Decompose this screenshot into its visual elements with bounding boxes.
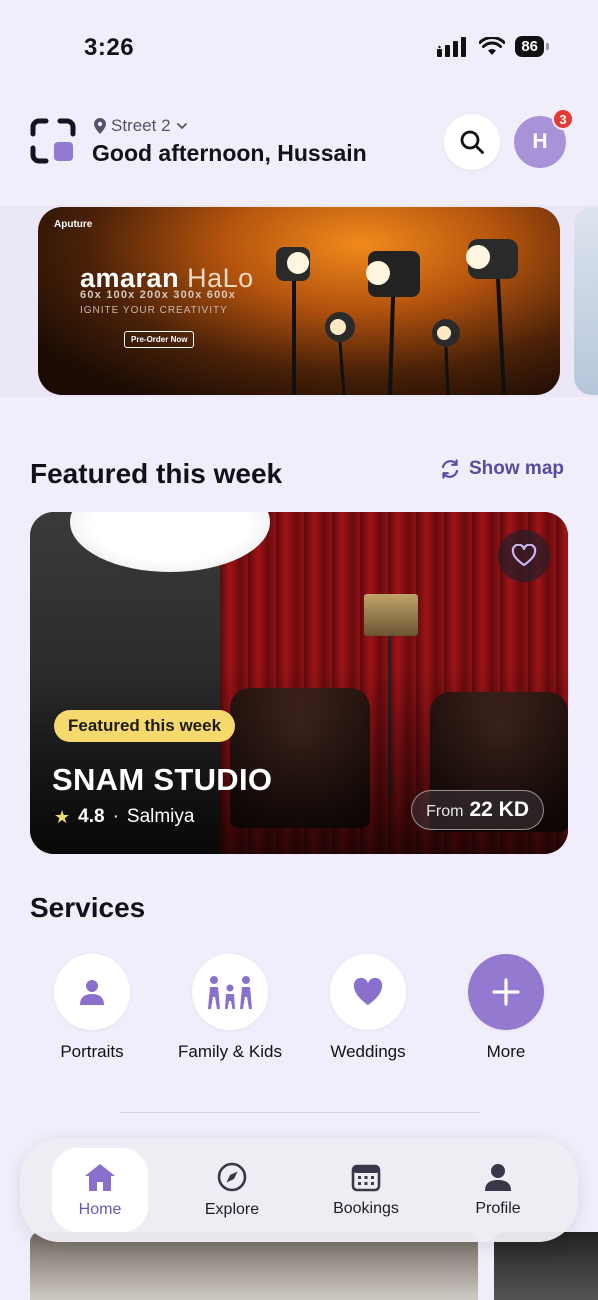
profile-icon xyxy=(485,1164,511,1191)
banner-tagline: IGNITE YOUR CREATIVITY xyxy=(80,305,228,316)
studio-lights-illustration xyxy=(276,239,518,395)
greeting-title: Good afternoon, Hussain xyxy=(92,140,367,166)
app-logo-icon xyxy=(30,118,76,164)
status-icons: 86 xyxy=(437,36,549,57)
services-section-header: Services xyxy=(30,892,145,924)
featured-section-header: Featured this week Show map xyxy=(30,458,570,498)
location-selector[interactable]: Street 2 xyxy=(94,116,188,136)
tab-label: Profile xyxy=(475,1200,521,1217)
show-map-button[interactable]: Show map xyxy=(439,458,564,480)
tab-label: Bookings xyxy=(333,1200,399,1217)
studio-name: SNAM STUDIO xyxy=(52,762,273,797)
tab-home[interactable]: Home xyxy=(52,1148,148,1232)
status-time: 3:26 xyxy=(84,34,135,61)
featured-studio-card[interactable]: Featured this week SNAM STUDIO ★ 4.8 · S… xyxy=(30,512,568,854)
tab-bookings[interactable]: Bookings xyxy=(318,1148,414,1232)
home-icon xyxy=(85,1164,115,1191)
person-icon xyxy=(80,980,104,1005)
header: Street 2 Good afternoon, Hussain H 3 xyxy=(30,108,574,172)
map-pin-icon xyxy=(94,118,106,134)
search-icon xyxy=(460,130,484,154)
section-divider xyxy=(120,1112,480,1113)
service-more-circle xyxy=(468,954,544,1030)
chevron-down-icon xyxy=(176,123,187,130)
service-label: Family & Kids xyxy=(178,1042,282,1061)
service-family-kids[interactable]: Family & Kids xyxy=(170,954,290,1062)
services-row: Portraits Family & Kids Weddings More xyxy=(30,954,570,1064)
heart-outline-icon xyxy=(511,544,537,567)
favorite-button[interactable] xyxy=(498,530,550,582)
studio-location: Salmiya xyxy=(126,806,195,827)
service-label: Portraits xyxy=(60,1042,124,1061)
location-label: Street 2 xyxy=(111,116,171,135)
service-label: More xyxy=(486,1042,526,1061)
plus-icon xyxy=(492,978,520,1006)
price-pill: From 22 KD xyxy=(411,790,544,830)
service-weddings[interactable]: Weddings xyxy=(308,954,428,1062)
featured-tag: Featured this week xyxy=(54,710,236,742)
battery-indicator: 86 xyxy=(515,36,549,57)
service-weddings-circle xyxy=(330,954,406,1030)
banner-preorder-button[interactable]: Pre-Order Now xyxy=(124,331,195,348)
tab-profile[interactable]: Profile xyxy=(450,1148,546,1232)
tab-explore[interactable]: Explore xyxy=(184,1148,280,1232)
star-icon: ★ xyxy=(54,806,71,827)
service-more[interactable]: More xyxy=(446,954,566,1062)
refresh-icon xyxy=(441,459,459,479)
meta-separator: · xyxy=(112,806,119,827)
compass-icon xyxy=(217,1162,247,1192)
price-amount: 22 KD xyxy=(469,798,529,821)
tab-label: Explore xyxy=(204,1201,260,1218)
next-card-preview[interactable] xyxy=(30,1232,478,1300)
wifi-icon xyxy=(479,36,506,55)
show-map-label: Show map xyxy=(468,458,564,479)
notification-badge: 3 xyxy=(552,108,574,130)
services-title: Services xyxy=(30,892,146,923)
service-portraits-circle xyxy=(54,954,130,1030)
price-prefix: From xyxy=(426,803,464,820)
calendar-icon xyxy=(351,1164,381,1192)
service-label: Weddings xyxy=(330,1042,406,1061)
status-bar: 3:26 86 xyxy=(0,0,598,92)
studio-rating: 4.8 xyxy=(78,806,105,827)
next-card-preview-2[interactable] xyxy=(494,1232,598,1300)
promo-banner-next[interactable] xyxy=(574,207,598,395)
promo-banner[interactable]: Aputure amaran HaLo 60x 100x 200x 300x 6… xyxy=(38,207,560,395)
tab-label: Home xyxy=(78,1201,122,1218)
banner-models: 60x 100x 200x 300x 600x xyxy=(80,289,237,301)
search-button[interactable] xyxy=(444,114,500,170)
family-icon xyxy=(208,976,252,1009)
studio-meta: ★ 4.8 · Salmiya xyxy=(54,806,194,828)
service-portraits[interactable]: Portraits xyxy=(32,954,152,1062)
banner-brand: Aputure xyxy=(54,219,93,230)
service-family-circle xyxy=(192,954,268,1030)
promo-carousel[interactable]: Aputure amaran HaLo 60x 100x 200x 300x 6… xyxy=(0,205,598,397)
heart-icon xyxy=(353,977,383,1005)
bottom-tab-bar: Home Explore Bookings Profile xyxy=(20,1138,578,1242)
cellular-signal-icon xyxy=(437,36,467,57)
